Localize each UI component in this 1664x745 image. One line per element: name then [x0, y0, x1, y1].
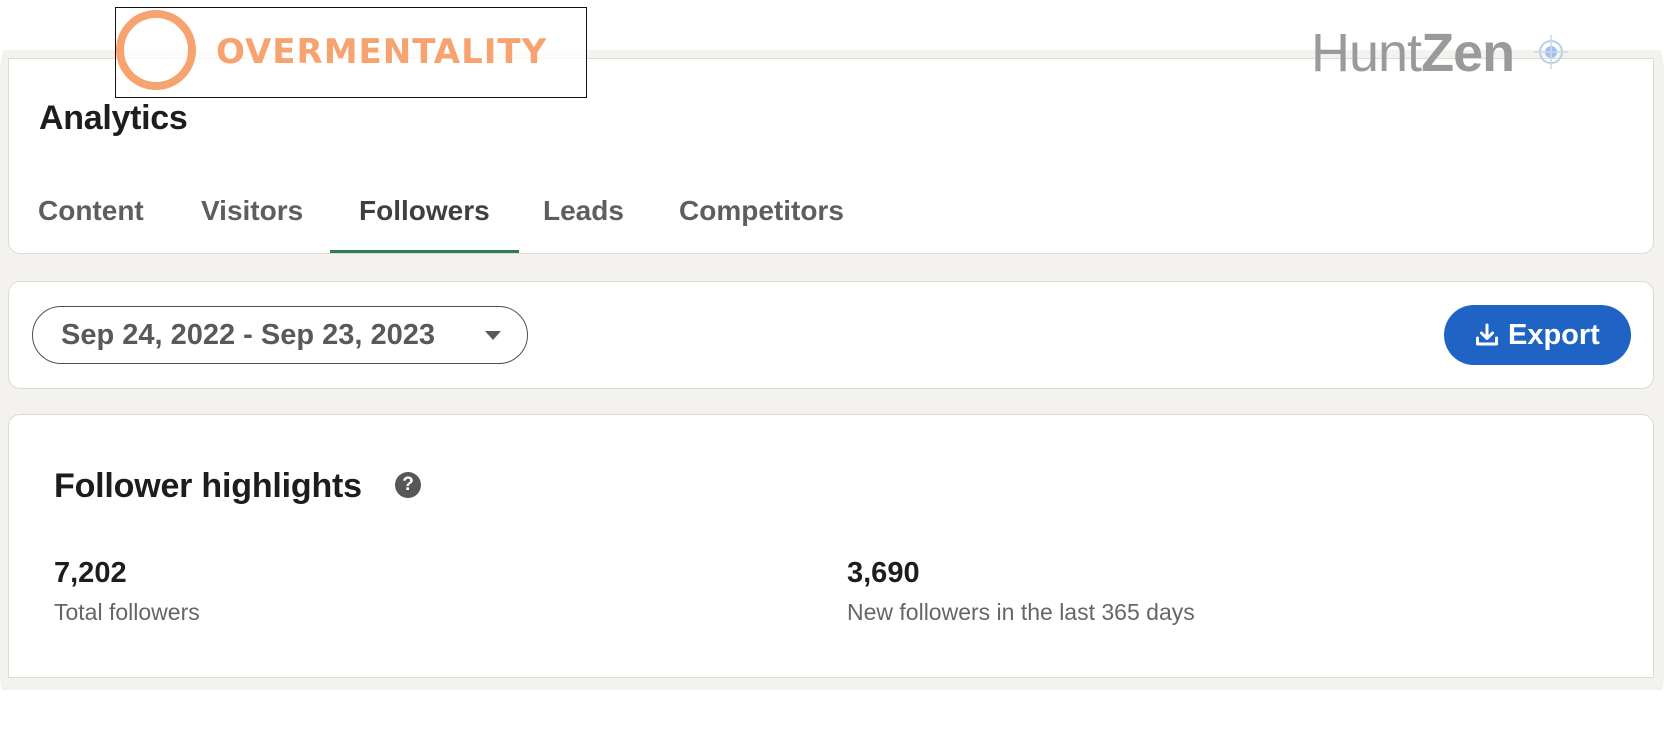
- overmentality-logo-text: OVERMENTALITY: [216, 32, 548, 72]
- tab-leads[interactable]: Leads: [543, 177, 624, 253]
- filter-bar-card: Sep 24, 2022 - Sep 23, 2023 Export: [8, 281, 1654, 389]
- date-range-label: Sep 24, 2022 - Sep 23, 2023: [61, 319, 436, 351]
- app-frame: Analytics Content Visitors Followers Lea…: [0, 0, 1664, 745]
- export-button[interactable]: Export: [1444, 305, 1631, 365]
- crosshair-icon: [1534, 35, 1568, 69]
- total-followers-value: 7,202: [54, 557, 127, 589]
- tab-competitors[interactable]: Competitors: [679, 177, 844, 253]
- question-icon[interactable]: ?: [395, 472, 421, 498]
- huntzen-logo: HuntZen: [1311, 22, 1515, 84]
- new-followers-label: New followers in the last 365 days: [847, 599, 1195, 625]
- huntzen-logo-text-part2: Zen: [1421, 23, 1515, 83]
- page-title: Analytics: [39, 99, 188, 137]
- date-range-dropdown[interactable]: Sep 24, 2022 - Sep 23, 2023: [32, 306, 528, 364]
- export-button-label: Export: [1508, 319, 1600, 351]
- section-title: Follower highlights: [54, 467, 362, 505]
- tab-visitors[interactable]: Visitors: [201, 177, 303, 253]
- tab-followers[interactable]: Followers: [330, 177, 519, 253]
- huntzen-logo-text-part1: Hunt: [1311, 23, 1422, 83]
- brand-circle-icon: [116, 10, 196, 90]
- overmentality-logo: OVERMENTALITY: [115, 7, 587, 98]
- caret-down-icon: [485, 331, 501, 340]
- tab-content[interactable]: Content: [38, 177, 144, 253]
- follower-highlights-card: Follower highlights ? 7,202 Total follow…: [8, 414, 1654, 678]
- total-followers-label: Total followers: [54, 599, 200, 625]
- new-followers-value: 3,690: [847, 557, 920, 589]
- download-icon: [1476, 323, 1498, 346]
